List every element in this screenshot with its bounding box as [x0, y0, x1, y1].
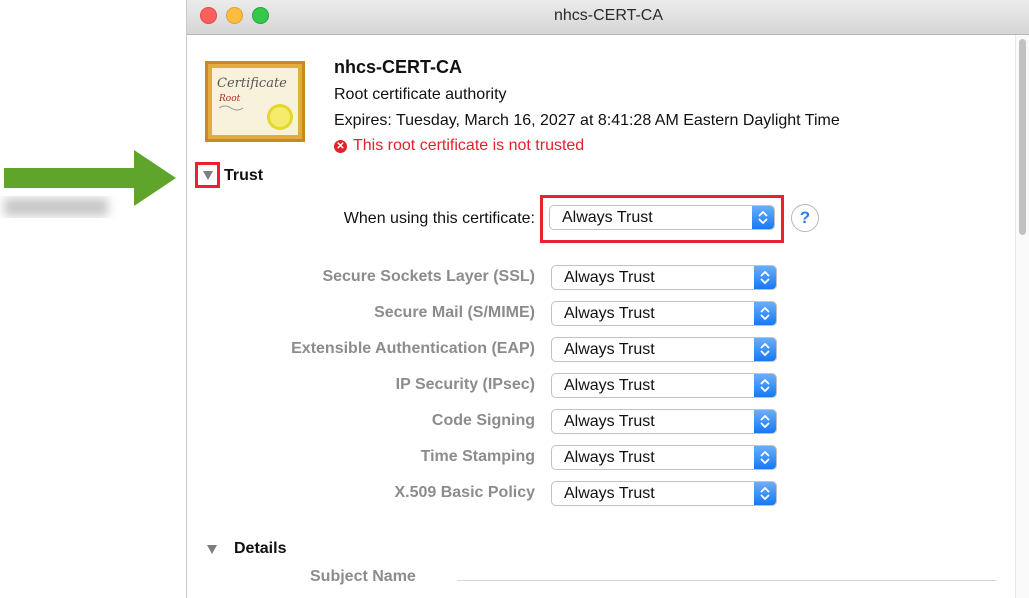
scrollbar[interactable]	[1015, 35, 1029, 598]
select-stepper-icon	[754, 446, 776, 469]
policy-select-time-stamping[interactable]: Always Trust	[551, 445, 777, 470]
details-disclosure-triangle-icon[interactable]	[207, 545, 217, 554]
certificate-name: nhcs-CERT-CA	[334, 57, 463, 77]
policy-select-code-signing[interactable]: Always Trust	[551, 409, 777, 434]
policy-value: Always Trust	[564, 413, 655, 430]
select-stepper-icon	[754, 338, 776, 361]
policy-select-x509[interactable]: Always Trust	[551, 481, 777, 506]
policy-label-x509: X.509 Basic Policy	[394, 484, 535, 501]
policy-value: Always Trust	[564, 341, 655, 358]
subject-name-divider	[457, 580, 997, 581]
select-stepper-icon	[754, 410, 776, 433]
select-stepper-icon	[754, 266, 776, 289]
certificate-icon-script: Certificate	[217, 76, 287, 91]
policy-select-ssl[interactable]: Always Trust	[551, 265, 777, 290]
error-icon: ✕	[334, 139, 347, 153]
trust-warning: ✕ This root certificate is not trusted	[334, 137, 584, 155]
certificate-expiration: Expires: Tuesday, March 16, 2027 at 8:41…	[334, 112, 840, 129]
select-stepper-icon	[754, 482, 776, 505]
subject-name-label: Subject Name	[310, 568, 416, 585]
window-title: nhcs-CERT-CA	[553, 7, 664, 24]
policy-select-smime[interactable]: Always Trust	[551, 301, 777, 326]
certificate-type: Root certificate authority	[334, 86, 507, 103]
policy-value: Always Trust	[564, 269, 655, 286]
certificate-window: nhcs-CERT-CA Certificate Root nhcs-CERT-…	[186, 0, 1029, 598]
when-using-value: Always Trust	[562, 209, 653, 226]
help-button[interactable]: ?	[791, 204, 819, 232]
policy-label-ssl: Secure Sockets Layer (SSL)	[322, 268, 535, 285]
select-stepper-icon	[754, 374, 776, 397]
policy-value: Always Trust	[564, 377, 655, 394]
policy-label-ipsec: IP Security (IPsec)	[395, 376, 535, 393]
scrollbar-thumb[interactable]	[1019, 39, 1026, 235]
certificate-icon-subscript: Root	[218, 94, 241, 104]
details-section-label[interactable]: Details	[234, 540, 286, 558]
trust-disclosure-triangle-icon[interactable]	[203, 171, 213, 180]
trust-warning-text: This root certificate is not trusted	[353, 137, 585, 154]
policy-label-smime: Secure Mail (S/MIME)	[374, 304, 535, 321]
policy-value: Always Trust	[564, 449, 655, 466]
policy-value: Always Trust	[564, 305, 655, 322]
trust-section-label[interactable]: Trust	[224, 167, 263, 185]
policy-label-eap: Extensible Authentication (EAP)	[291, 340, 535, 357]
select-stepper-icon	[752, 206, 774, 229]
when-using-label: When using this certificate:	[343, 210, 535, 227]
policy-label-code-signing: Code Signing	[431, 412, 535, 429]
when-using-select[interactable]: Always Trust	[549, 205, 775, 230]
select-stepper-icon	[754, 302, 776, 325]
annotation-arrow	[4, 150, 176, 216]
policy-select-ipsec[interactable]: Always Trust	[551, 373, 777, 398]
certificate-icon: Certificate Root	[205, 61, 305, 142]
policy-label-time-stamping: Time Stamping	[420, 448, 535, 465]
certificate-content: Certificate Root nhcs-CERT-CA Root certi…	[187, 35, 1029, 598]
policy-value: Always Trust	[564, 485, 655, 502]
policy-select-eap[interactable]: Always Trust	[551, 337, 777, 362]
title-bar[interactable]: nhcs-CERT-CA	[187, 0, 1029, 35]
